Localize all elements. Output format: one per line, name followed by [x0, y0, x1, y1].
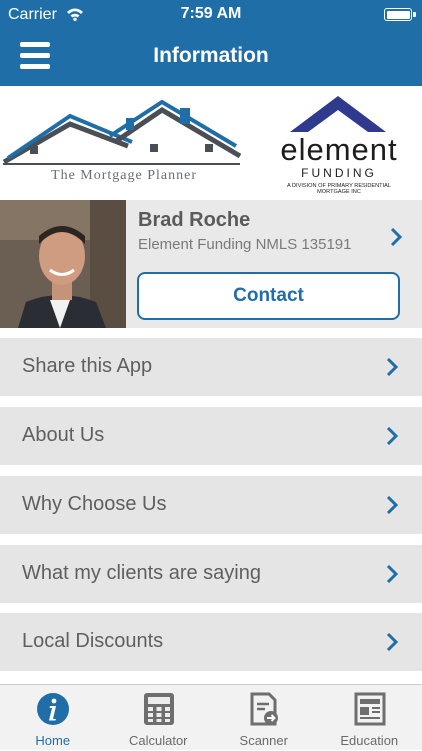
tab-label: Calculator	[106, 733, 212, 748]
tab-label: Scanner	[211, 733, 317, 748]
status-bar: Carrier 7:59 AM	[0, 0, 422, 30]
tab-label: Home	[0, 733, 106, 748]
scanner-icon	[247, 692, 281, 726]
contact-button[interactable]: Contact	[137, 272, 400, 320]
newspaper-icon	[353, 692, 387, 726]
menu-item-local-discounts[interactable]: Local Discounts	[0, 613, 422, 671]
menu-item-label: What my clients are saying	[22, 562, 261, 585]
menu-item-share-app[interactable]: Share this App	[0, 338, 422, 396]
agent-company: Element Funding NMLS 135191	[138, 236, 351, 253]
menu-item-label: Why Choose Us	[22, 493, 167, 516]
agent-photo	[0, 200, 126, 328]
tab-bar: Home Calculator Scanner Education	[0, 684, 422, 750]
nav-bar: Information	[0, 30, 422, 86]
mortgage-planner-name: The Mortgage Planner	[0, 168, 248, 184]
element-funding-name: element	[272, 132, 406, 168]
page-title: Information	[0, 44, 422, 68]
agent-name: Brad Roche	[138, 209, 250, 232]
chevron-right-icon	[385, 356, 399, 378]
tab-home[interactable]: Home	[0, 685, 106, 751]
menu-item-about-us[interactable]: About Us	[0, 407, 422, 465]
status-time: 7:59 AM	[0, 5, 422, 23]
menu-item-why-choose-us[interactable]: Why Choose Us	[0, 476, 422, 534]
tab-education[interactable]: Education	[317, 685, 422, 751]
element-funding-tagline: A DIVISION OF PRIMARY RESIDENTIAL MORTGA…	[272, 183, 406, 195]
tab-scanner[interactable]: Scanner	[211, 685, 317, 751]
menu-item-label: Share this App	[22, 355, 152, 378]
chevron-right-icon[interactable]	[389, 226, 403, 248]
element-funding-logo	[288, 94, 388, 134]
agent-profile-card: Brad Roche Element Funding NMLS 135191 C…	[0, 200, 422, 328]
menu-item-label: Local Discounts	[22, 630, 163, 653]
calculator-icon	[142, 692, 176, 726]
chevron-right-icon	[385, 631, 399, 653]
info-icon	[36, 692, 70, 726]
tab-label: Education	[317, 733, 422, 748]
chevron-right-icon	[385, 563, 399, 585]
battery-icon	[384, 8, 412, 21]
logo-banner: The Mortgage Planner element FUNDING A D…	[0, 86, 422, 200]
chevron-right-icon	[385, 425, 399, 447]
element-funding-sub: FUNDING	[272, 166, 406, 180]
tab-calculator[interactable]: Calculator	[106, 685, 212, 751]
menu-item-client-testimonials[interactable]: What my clients are saying	[0, 545, 422, 603]
chevron-right-icon	[385, 494, 399, 516]
menu-item-label: About Us	[22, 424, 104, 447]
